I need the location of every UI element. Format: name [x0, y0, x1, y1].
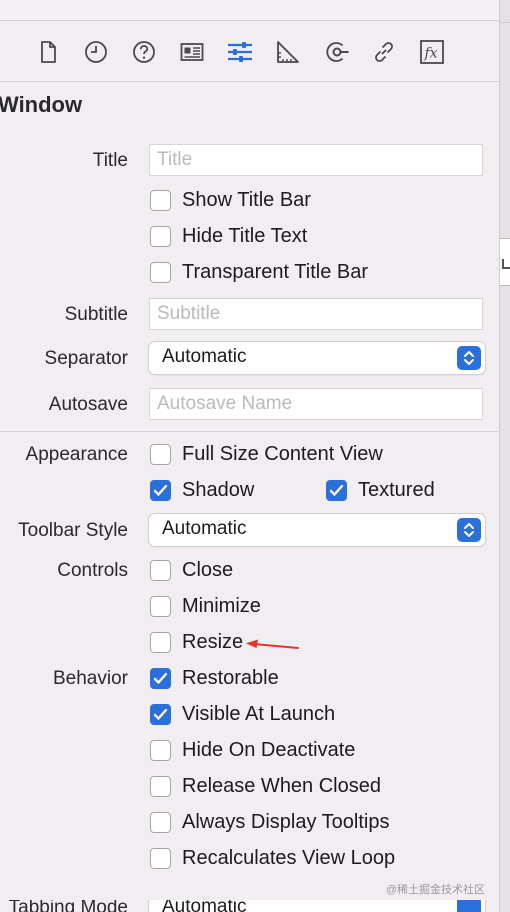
visible-at-launch-checkbox[interactable]: Visible At Launch [150, 699, 335, 729]
checkmark-icon[interactable] [150, 667, 171, 689]
toolbar-style-label: Toolbar Style [18, 520, 128, 541]
controls-label: Controls [57, 560, 128, 581]
connections-icon[interactable] [322, 37, 352, 67]
always-display-tooltips-checkbox[interactable]: Always Display Tooltips [150, 807, 390, 837]
show-title-bar-checkbox[interactable]: Show Title Bar [150, 185, 311, 215]
chevron-updown-icon [457, 518, 481, 542]
checkmark-icon[interactable] [326, 479, 347, 501]
checkbox-box[interactable] [150, 739, 171, 761]
chevron-updown-icon [457, 346, 481, 370]
checkbox-label: Always Display Tooltips [182, 810, 390, 833]
release-when-closed-checkbox[interactable]: Release When Closed [150, 771, 381, 801]
checkbox-box[interactable] [150, 261, 171, 283]
subtitle-label: Subtitle [64, 304, 128, 325]
tabbing-mode-popup[interactable]: Automatic [149, 900, 485, 912]
checkbox-label: Hide Title Text [182, 224, 308, 247]
checkbox-label: Resize [182, 630, 244, 653]
transparent-title-bar-checkbox[interactable]: Transparent Title Bar [150, 257, 368, 287]
section-title: Window [0, 92, 83, 117]
appearance-label: Appearance [25, 444, 128, 465]
separator-popup[interactable]: Automatic [149, 342, 485, 374]
identity-icon[interactable] [177, 37, 207, 67]
minimize-checkbox[interactable]: Minimize [150, 591, 261, 621]
toolbar-style-popup[interactable]: Automatic [149, 514, 485, 546]
checkbox-box[interactable] [150, 847, 171, 869]
textured-checkbox[interactable]: Textured [326, 475, 435, 505]
checkbox-label: Shadow [182, 478, 255, 501]
checkbox-label: Show Title Bar [182, 188, 311, 211]
checkbox-box[interactable] [150, 189, 171, 211]
checkbox-label: Recalculates View Loop [182, 846, 396, 869]
annotation-arrow-icon [246, 639, 299, 649]
attributes-icon[interactable] [225, 37, 255, 67]
checkbox-label: Textured [358, 478, 435, 501]
autosave-field[interactable]: Autosave Name [149, 388, 483, 420]
bindings-icon[interactable] [369, 37, 399, 67]
behavior-label: Behavior [53, 668, 128, 689]
checkbox-box[interactable] [150, 559, 171, 581]
window-top-gap [0, 0, 499, 21]
resize-checkbox[interactable]: Resize [150, 627, 243, 657]
checkbox-box[interactable] [150, 443, 171, 465]
tabbing-mode-label: Tabbing Mode [8, 900, 128, 912]
toolbar-style-value: Automatic [162, 518, 247, 539]
checkmark-icon[interactable] [150, 703, 171, 725]
checkbox-label: Visible At Launch [182, 702, 336, 725]
size-icon[interactable] [273, 37, 303, 67]
shadow-checkbox[interactable]: Shadow [150, 475, 254, 505]
recalculates-view-loop-checkbox[interactable]: Recalculates View Loop [150, 843, 395, 873]
checkbox-box[interactable] [150, 811, 171, 833]
editor-edge [499, 0, 510, 912]
checkbox-label: Transparent Title Bar [182, 260, 369, 283]
checkbox-label: Restorable [182, 666, 279, 689]
checkbox-label: Hide On Deactivate [182, 738, 356, 761]
watermark: @稀土掘金技术社区 [385, 884, 485, 896]
checkbox-label: Close [182, 558, 234, 581]
history-icon[interactable] [81, 37, 111, 67]
title-field[interactable]: Title [149, 144, 483, 176]
tabbing-mode-value: Automatic [162, 900, 247, 912]
tabbing-mode-row: Tabbing Mode Automatic [0, 900, 499, 912]
chevron-updown-icon [457, 900, 481, 912]
file-icon[interactable] [33, 37, 63, 67]
checkbox-box[interactable] [150, 595, 171, 617]
hide-on-deactivate-checkbox[interactable]: Hide On Deactivate [150, 735, 355, 765]
editor-edge-fragment [500, 238, 510, 286]
full-size-content-view-checkbox[interactable]: Full Size Content View [150, 439, 383, 469]
inspector-panel: fx Window Title Title Show Title Bar Hid… [0, 0, 499, 912]
separator-value: Automatic [162, 346, 247, 367]
inspector-tab-bar: fx [0, 21, 499, 82]
autosave-label: Autosave [48, 394, 128, 415]
section-divider [0, 431, 499, 432]
subtitle-field[interactable]: Subtitle [149, 298, 483, 330]
checkbox-box[interactable] [150, 225, 171, 247]
checkbox-label: Full Size Content View [182, 442, 383, 465]
close-checkbox[interactable]: Close [150, 555, 233, 585]
checkmark-icon[interactable] [150, 479, 171, 501]
checkbox-label: Minimize [182, 594, 261, 617]
restorable-checkbox[interactable]: Restorable [150, 663, 279, 693]
title-label: Title [92, 150, 128, 171]
checkbox-box[interactable] [150, 775, 171, 797]
effects-label: fx [424, 46, 438, 62]
separator-label: Separator [44, 348, 128, 369]
help-icon[interactable] [129, 37, 159, 67]
checkbox-label: Release When Closed [182, 774, 381, 797]
hide-title-text-checkbox[interactable]: Hide Title Text [150, 221, 307, 251]
effects-icon[interactable]: fx [417, 37, 447, 67]
checkbox-box[interactable] [150, 631, 171, 653]
